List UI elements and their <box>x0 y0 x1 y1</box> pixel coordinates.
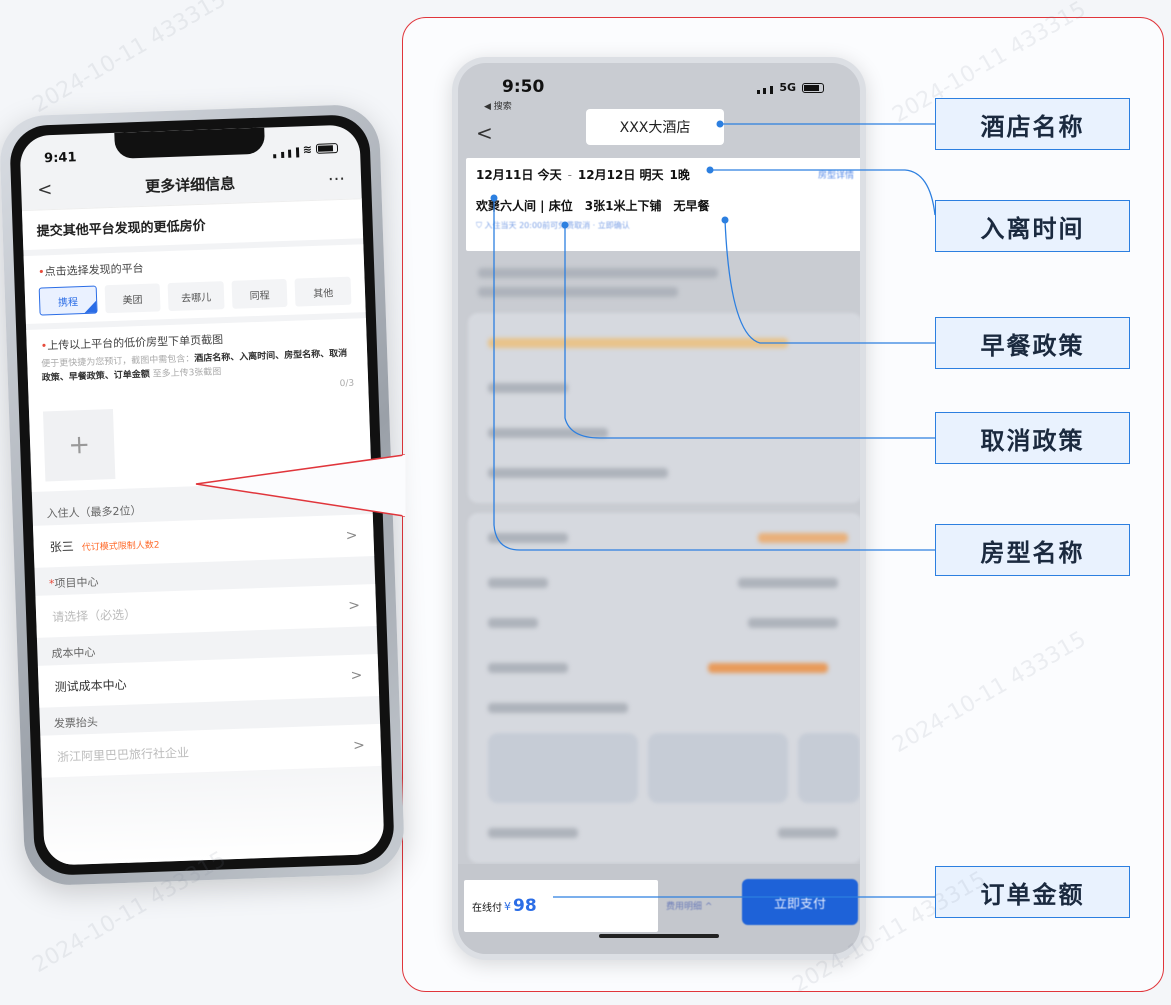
connector-breakfast <box>724 219 935 344</box>
connector-cancel <box>564 225 935 439</box>
annotation-cancel-policy: 取消政策 <box>935 412 1130 464</box>
annotation-breakfast: 早餐政策 <box>935 317 1130 369</box>
annotation-order-amount: 订单金额 <box>935 866 1130 918</box>
connector-check-dates <box>710 169 936 216</box>
annotation-connectors <box>195 120 936 898</box>
annotation-check-dates: 入离时间 <box>935 200 1130 252</box>
connector-dot <box>706 166 714 174</box>
connector-dot <box>721 216 729 224</box>
annotation-room-name: 房型名称 <box>935 524 1130 576</box>
annotation-hotel-name: 酒店名称 <box>935 98 1130 150</box>
connector-dot <box>490 194 498 202</box>
connector-dot <box>561 221 569 229</box>
connector-room-name <box>493 198 935 551</box>
callout-pointer <box>195 454 405 517</box>
connector-dot <box>716 120 724 128</box>
